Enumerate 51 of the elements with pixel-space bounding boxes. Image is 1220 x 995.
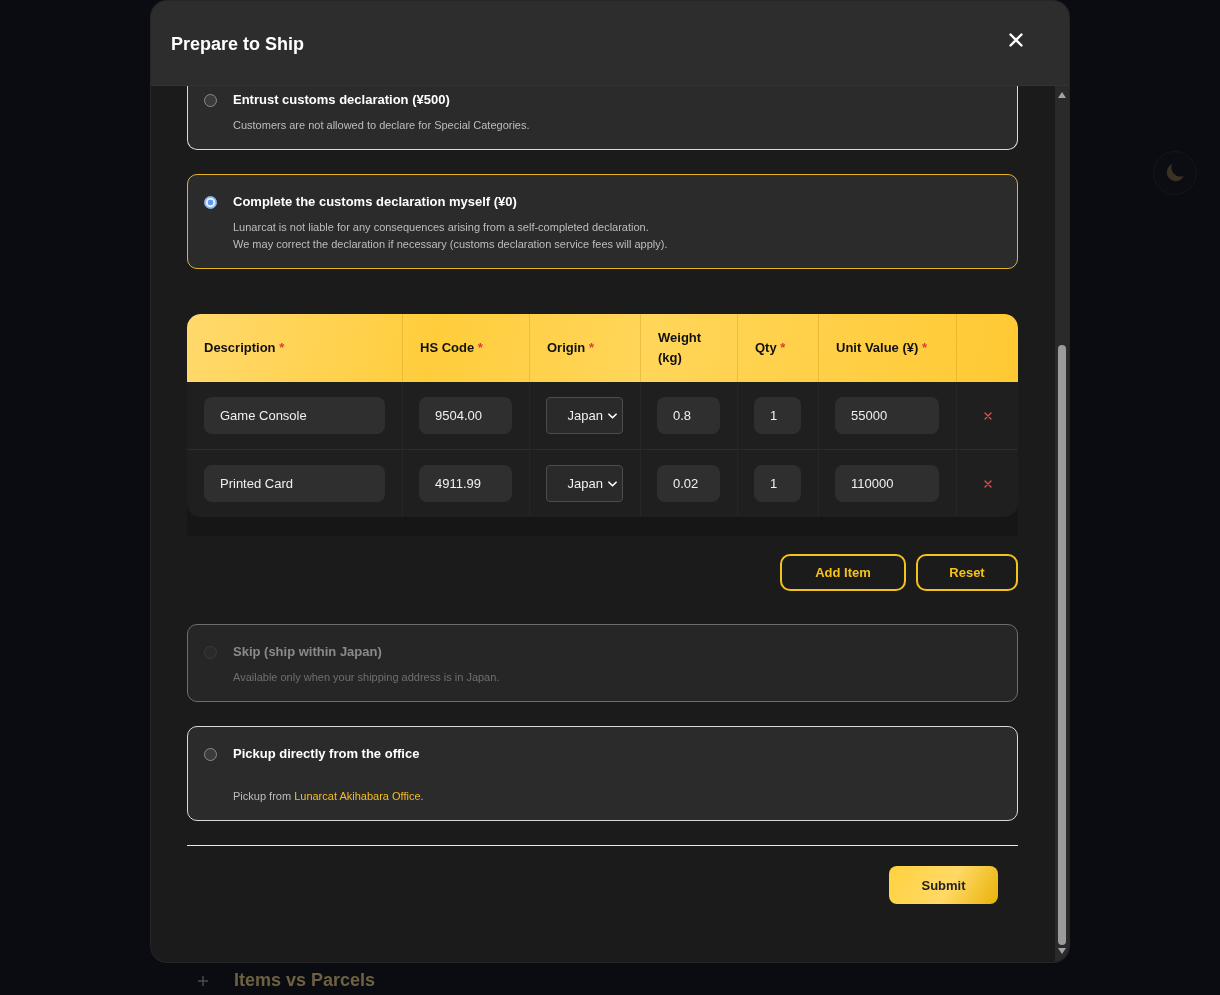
- close-button[interactable]: [1007, 31, 1025, 49]
- column-header: Weight (kg): [658, 329, 703, 367]
- weight-input[interactable]: 0.02: [657, 465, 720, 502]
- weight-input[interactable]: 0.8: [657, 397, 720, 434]
- option-title: Complete the customs declaration myself (¥0): [233, 193, 517, 211]
- option-description: Pickup from Lunarcat Akihabara Office.: [233, 789, 424, 804]
- scrollbar-thumb[interactable]: [1058, 345, 1066, 945]
- cross-icon: [983, 479, 992, 488]
- scroll-down-icon[interactable]: [1058, 948, 1066, 954]
- close-icon: [1009, 33, 1023, 47]
- chevron-down-icon: [608, 480, 617, 487]
- column-header: Unit Value (¥) *: [836, 339, 928, 357]
- column-header: HS Code *: [420, 339, 483, 357]
- radio-button[interactable]: [204, 196, 217, 209]
- section-title: Items vs Parcels: [234, 970, 376, 991]
- origin-select[interactable]: Japan: [546, 465, 623, 502]
- option-card[interactable]: [187, 174, 1018, 269]
- scrollbar[interactable]: [1055, 86, 1069, 962]
- option-description: Available only when your shipping address is in Japan.: [233, 670, 500, 685]
- chevron-down-icon: [608, 412, 617, 419]
- hs-code-input[interactable]: 9504.00: [419, 397, 512, 434]
- origin-select[interactable]: Japan: [546, 397, 623, 434]
- column-header: Origin *: [547, 339, 594, 357]
- option-title: Entrust customs declaration (¥500): [233, 91, 450, 109]
- radio-button[interactable]: [204, 94, 217, 107]
- theme-toggle-button[interactable]: [1153, 151, 1197, 195]
- submit-button[interactable]: Submit: [889, 866, 998, 904]
- option-card[interactable]: Entrust customs declaration (¥500) Customers are not allowed to declare for Special Categories.: [187, 86, 1018, 150]
- hs-code-input[interactable]: 4911.99: [419, 465, 512, 502]
- option-description: Lunarcat is not liable for any consequences arising from a self-completed declaration.: [233, 220, 649, 235]
- office-link[interactable]: Lunarcat Akihabara Office: [294, 790, 421, 802]
- reset-button[interactable]: Reset: [916, 554, 1018, 591]
- option-description: Customers are not allowed to declare for Special Categories.: [233, 118, 530, 133]
- column-header: Description *: [204, 339, 285, 357]
- option-title: Pickup directly from the office: [233, 745, 420, 763]
- option-description: We may correct the declaration if necessary (customs declaration service fees will apply).: [233, 237, 668, 252]
- unit-value-input[interactable]: 110000: [835, 465, 939, 502]
- scroll-up-icon[interactable]: [1058, 92, 1066, 98]
- moon-icon: [1165, 163, 1185, 183]
- description-input[interactable]: Printed Card: [204, 465, 385, 502]
- quantity-input[interactable]: 1: [754, 465, 801, 502]
- description-input[interactable]: Game Console: [204, 397, 385, 434]
- option-title: Skip (ship within Japan): [233, 643, 382, 661]
- quantity-input[interactable]: 1: [754, 397, 801, 434]
- radio-button[interactable]: [204, 748, 217, 761]
- option-card[interactable]: Pickup directly from the office Pickup from Lunarcat Akihabara Office.: [187, 726, 1018, 821]
- cross-icon: [983, 411, 992, 420]
- unit-value-input[interactable]: 55000: [835, 397, 939, 434]
- column-header: Qty *: [755, 339, 786, 357]
- add-item-button[interactable]: Add Item: [780, 554, 906, 591]
- modal-title: Prepare to Ship: [171, 33, 305, 55]
